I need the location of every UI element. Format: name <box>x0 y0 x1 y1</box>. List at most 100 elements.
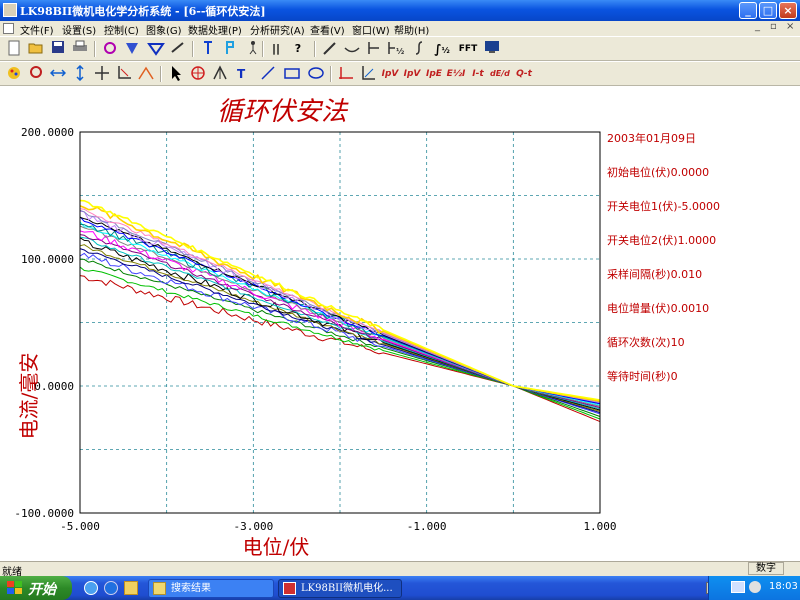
move-horizontal-icon[interactable] <box>48 65 68 83</box>
param-annotation: 电位增量(伏)0.0010 <box>607 301 709 315</box>
toolbar-main: || ? ½ ∫½ FFT <box>0 36 800 61</box>
parameter-annotations: 2003年01月09日初始电位(伏)0.0000 开关电位1(伏)-5.0000 开… <box>607 131 720 383</box>
window-title: LK98BII微机电化学分析系统 - [6--循环伏安法] <box>20 5 266 18</box>
semi-integral-label: ½ <box>441 46 450 55</box>
menu-settings[interactable]: 设置(S) <box>62 22 96 37</box>
smooth-icon[interactable] <box>342 40 362 58</box>
pointer-icon[interactable] <box>166 65 186 83</box>
help-button[interactable]: ? <box>288 40 308 58</box>
zoom-in-icon[interactable] <box>26 65 46 83</box>
x-axis-label: 电位/伏 <box>243 535 310 559</box>
search-folder-icon <box>153 582 166 595</box>
minimize-button[interactable]: _ <box>739 2 757 19</box>
pause-button[interactable]: || <box>266 40 286 58</box>
document-area: -5.000 -3.000 -1.000 1.000 200.0000 100.0000 0… <box>0 86 800 561</box>
network-icon[interactable] <box>731 581 745 593</box>
new-file-icon[interactable] <box>4 40 24 58</box>
close-button[interactable]: × <box>779 2 797 19</box>
rect-tool-icon[interactable] <box>282 65 302 83</box>
ip-v2-button[interactable]: IpV <box>402 65 422 83</box>
cell-setup-icon[interactable] <box>122 40 142 58</box>
doc-restore-button[interactable]: ▫ <box>770 21 777 32</box>
e-half-i-button[interactable]: E½I <box>446 65 466 83</box>
fft-button[interactable]: FFT <box>456 40 480 58</box>
cv-chart: -5.000 -3.000 -1.000 1.000200.0000100.00000… <box>14 97 720 559</box>
clock[interactable]: 18:03 <box>769 581 798 592</box>
peak-icon[interactable] <box>136 65 156 83</box>
maximize-button[interactable]: □ <box>759 2 777 19</box>
taskbar-item-label: 搜索结果 <box>171 583 211 594</box>
param-annotation: 采样间隔(秒)0.010 <box>607 267 702 281</box>
folder-quicklaunch-icon[interactable] <box>124 581 138 595</box>
palette-icon[interactable] <box>4 65 24 83</box>
run-icon[interactable] <box>198 40 218 58</box>
line-tool-icon[interactable] <box>258 65 278 83</box>
x-tick-label: -5.000 <box>60 520 100 533</box>
svg-text:½: ½ <box>396 46 404 56</box>
toolbar-separator <box>94 41 96 57</box>
param-annotation: 循环次数(次)10 <box>607 335 685 349</box>
crosshair-icon[interactable] <box>92 65 112 83</box>
taskbar: 开始 搜索结果 LK98BII微机电化... 18:03 <box>0 576 800 600</box>
semi-integral-button[interactable]: ∫½ <box>432 40 452 58</box>
y-tick-label: -100.0000 <box>14 507 74 520</box>
volume-icon[interactable] <box>749 581 761 593</box>
taskbar-item-label: LK98BII微机电化... <box>301 583 393 594</box>
i-t-button[interactable]: I-t <box>468 65 488 83</box>
text-tool-icon[interactable]: T <box>234 65 254 83</box>
open-folder-icon[interactable] <box>26 40 46 58</box>
toolbar-separator <box>262 41 264 57</box>
numlock-indicator: 数字 <box>748 562 784 575</box>
status-bar: 就绪 数字 <box>0 561 800 578</box>
baseline-icon[interactable] <box>336 65 356 83</box>
menu-analysis[interactable]: 分析研究(A) <box>250 22 305 37</box>
toolbar-separator <box>314 41 316 57</box>
menu-window[interactable]: 窗口(W) <box>352 22 390 37</box>
monitor-icon[interactable] <box>482 40 502 58</box>
doc-icon[interactable] <box>3 23 14 34</box>
toolbar-graph: T IpV IpV IpE E½I I-t dE/dt Q-t <box>0 61 800 86</box>
taskbar-item-search[interactable]: 搜索结果 <box>148 579 274 598</box>
derivative-icon[interactable] <box>364 40 384 58</box>
electrode-icon[interactable] <box>100 40 120 58</box>
pen-icon[interactable] <box>320 40 340 58</box>
param-icon[interactable] <box>220 40 240 58</box>
de-dt-button[interactable]: dE/dt <box>490 65 510 83</box>
menu-file[interactable]: 文件(F) <box>20 22 54 37</box>
tent-icon[interactable] <box>210 65 230 83</box>
menu-data-processing[interactable]: 数据处理(P) <box>188 22 242 37</box>
target-icon[interactable] <box>188 65 208 83</box>
toolbar-separator <box>192 41 194 57</box>
app-icon[interactable] <box>3 3 17 17</box>
browser-quicklaunch-icon[interactable] <box>104 581 118 595</box>
save-icon[interactable] <box>48 40 68 58</box>
pipette-icon[interactable] <box>168 40 188 58</box>
integral-icon[interactable] <box>410 40 430 58</box>
ellipse-tool-icon[interactable] <box>306 65 326 83</box>
ie-quicklaunch-icon[interactable] <box>84 581 98 595</box>
doc-minimize-button[interactable]: _ <box>755 21 760 32</box>
series-group <box>79 199 601 423</box>
taskbar-item-lk98[interactable]: LK98BII微机电化... <box>278 579 402 598</box>
series-line <box>79 236 601 410</box>
menu-graph[interactable]: 图象(G) <box>146 22 182 37</box>
param-annotation: 开关电位2(伏)1.0000 <box>607 233 716 247</box>
axis-scale-icon[interactable] <box>358 65 378 83</box>
ip-e-button[interactable]: IpE <box>424 65 444 83</box>
y-tick-label: 200.0000 <box>21 126 74 139</box>
cell-test-icon[interactable] <box>146 40 166 58</box>
start-button[interactable]: 开始 <box>0 576 72 600</box>
ip-v-button[interactable]: IpV <box>380 65 400 83</box>
axis-icon[interactable] <box>114 65 134 83</box>
doc-close-button[interactable]: × <box>786 21 794 32</box>
menu-control[interactable]: 控制(C) <box>104 22 139 37</box>
move-vertical-icon[interactable] <box>70 65 90 83</box>
semi-derivative-icon[interactable]: ½ <box>386 40 406 58</box>
print-icon[interactable] <box>70 40 90 58</box>
menu-view[interactable]: 查看(V) <box>310 22 345 37</box>
param-annotation: 2003年01月09日 <box>607 131 696 145</box>
menu-help[interactable]: 帮助(H) <box>394 22 429 37</box>
y-axis-label: 电流/毫安 <box>17 353 41 440</box>
walk-icon[interactable] <box>242 40 262 58</box>
q-t-button[interactable]: Q-t <box>514 65 534 83</box>
